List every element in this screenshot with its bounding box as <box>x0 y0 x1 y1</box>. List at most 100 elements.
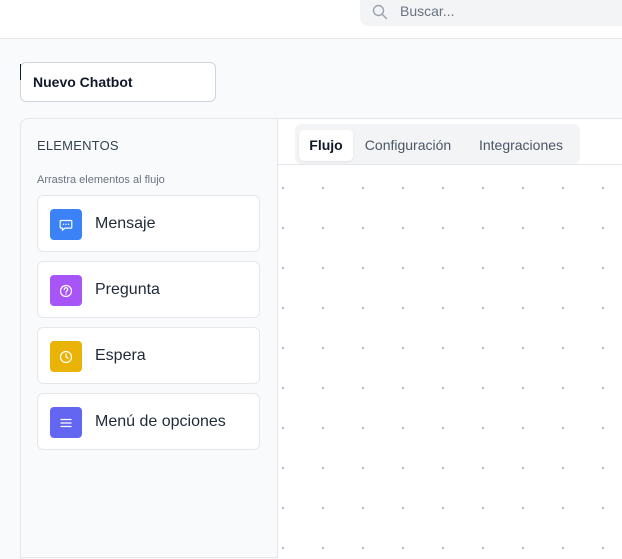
search-icon <box>372 4 388 20</box>
top-bar <box>0 0 622 39</box>
grid-dot <box>522 227 524 229</box>
element-label: Mensaje <box>95 215 156 232</box>
grid-dot <box>282 547 284 549</box>
grid-dot <box>402 507 404 509</box>
grid-dot <box>402 187 404 189</box>
grid-dot <box>442 347 444 349</box>
flow-canvas[interactable] <box>278 165 622 559</box>
grid-dot <box>322 227 324 229</box>
grid-dot <box>362 467 364 469</box>
grid-dot <box>562 267 564 269</box>
grid-dot <box>602 507 604 509</box>
grid-dot <box>442 467 444 469</box>
grid-dot <box>442 187 444 189</box>
grid-dot <box>602 387 604 389</box>
grid-dot <box>362 387 364 389</box>
grid-dot <box>562 307 564 309</box>
grid-dot <box>282 267 284 269</box>
grid-dot <box>362 347 364 349</box>
tab-flujo[interactable]: Flujo <box>299 130 353 161</box>
search-input[interactable] <box>400 0 600 24</box>
grid-dot <box>402 467 404 469</box>
sidebar-title: ELEMENTOS <box>37 138 119 153</box>
grid-dot <box>562 427 564 429</box>
grid-dot <box>562 507 564 509</box>
grid-dot <box>562 227 564 229</box>
grid-dot <box>602 467 604 469</box>
sidebar-hint: Arrastra elementos al flujo <box>37 174 165 186</box>
grid-dot <box>602 227 604 229</box>
element-mensaje[interactable]: Mensaje <box>37 195 260 252</box>
grid-dot <box>362 307 364 309</box>
grid-dot <box>322 467 324 469</box>
grid-dot <box>402 347 404 349</box>
grid-dot <box>522 507 524 509</box>
grid-dot <box>522 387 524 389</box>
grid-dot <box>402 227 404 229</box>
grid-dot <box>562 347 564 349</box>
grid-dot <box>482 347 484 349</box>
chatbot-name-input[interactable] <box>20 62 216 102</box>
grid-dot <box>442 267 444 269</box>
grid-dot <box>362 507 364 509</box>
grid-dot <box>602 427 604 429</box>
grid-dot <box>482 547 484 549</box>
tab-configuracion[interactable]: Configuración <box>355 130 461 161</box>
menu-icon <box>50 407 82 438</box>
grid-dot <box>282 187 284 189</box>
grid-dot <box>442 307 444 309</box>
grid-dot <box>482 187 484 189</box>
message-icon <box>50 209 82 240</box>
element-menu-opciones[interactable]: Menú de opciones <box>37 393 260 450</box>
grid-dot <box>602 347 604 349</box>
grid-dot <box>522 467 524 469</box>
grid-dot <box>482 307 484 309</box>
grid-dot <box>402 547 404 549</box>
element-espera[interactable]: Espera <box>37 327 260 384</box>
grid-dot <box>482 227 484 229</box>
grid-dot <box>322 387 324 389</box>
grid-dot <box>282 227 284 229</box>
element-label: Menú de opciones <box>95 413 226 430</box>
flow-editor: Flujo Configuración Integraciones <box>277 118 622 558</box>
grid-dot <box>522 347 524 349</box>
grid-dot <box>322 507 324 509</box>
grid-dot <box>602 187 604 189</box>
tab-bar: Flujo Configuración Integraciones <box>295 124 580 164</box>
grid-dot <box>522 547 524 549</box>
grid-dot <box>442 507 444 509</box>
question-icon <box>50 275 82 306</box>
grid-dot <box>562 187 564 189</box>
grid-dot <box>602 307 604 309</box>
grid-dot <box>282 467 284 469</box>
grid-dot <box>282 347 284 349</box>
grid-dot <box>362 547 364 549</box>
element-label: Pregunta <box>95 281 160 298</box>
grid-dot <box>282 387 284 389</box>
grid-dot <box>482 387 484 389</box>
search-box[interactable] <box>360 0 622 26</box>
text-cursor <box>20 64 21 80</box>
grid-dot <box>562 387 564 389</box>
grid-dot <box>322 267 324 269</box>
element-pregunta[interactable]: Pregunta <box>37 261 260 318</box>
grid-dot <box>322 347 324 349</box>
grid-dot <box>522 187 524 189</box>
elements-sidebar: ELEMENTOS Arrastra elementos al flujo Me… <box>20 118 277 558</box>
grid-dot <box>602 267 604 269</box>
grid-dot <box>482 507 484 509</box>
grid-dot <box>322 187 324 189</box>
grid-dot <box>282 507 284 509</box>
grid-dot <box>562 547 564 549</box>
clock-icon <box>50 341 82 372</box>
grid-dot <box>562 467 564 469</box>
grid-dot <box>362 427 364 429</box>
grid-dot <box>442 387 444 389</box>
grid-dot <box>482 427 484 429</box>
tab-integraciones[interactable]: Integraciones <box>465 130 577 161</box>
grid-dot <box>362 267 364 269</box>
grid-dot <box>442 427 444 429</box>
grid-dot <box>322 307 324 309</box>
grid-dot <box>362 187 364 189</box>
grid-dot <box>282 427 284 429</box>
